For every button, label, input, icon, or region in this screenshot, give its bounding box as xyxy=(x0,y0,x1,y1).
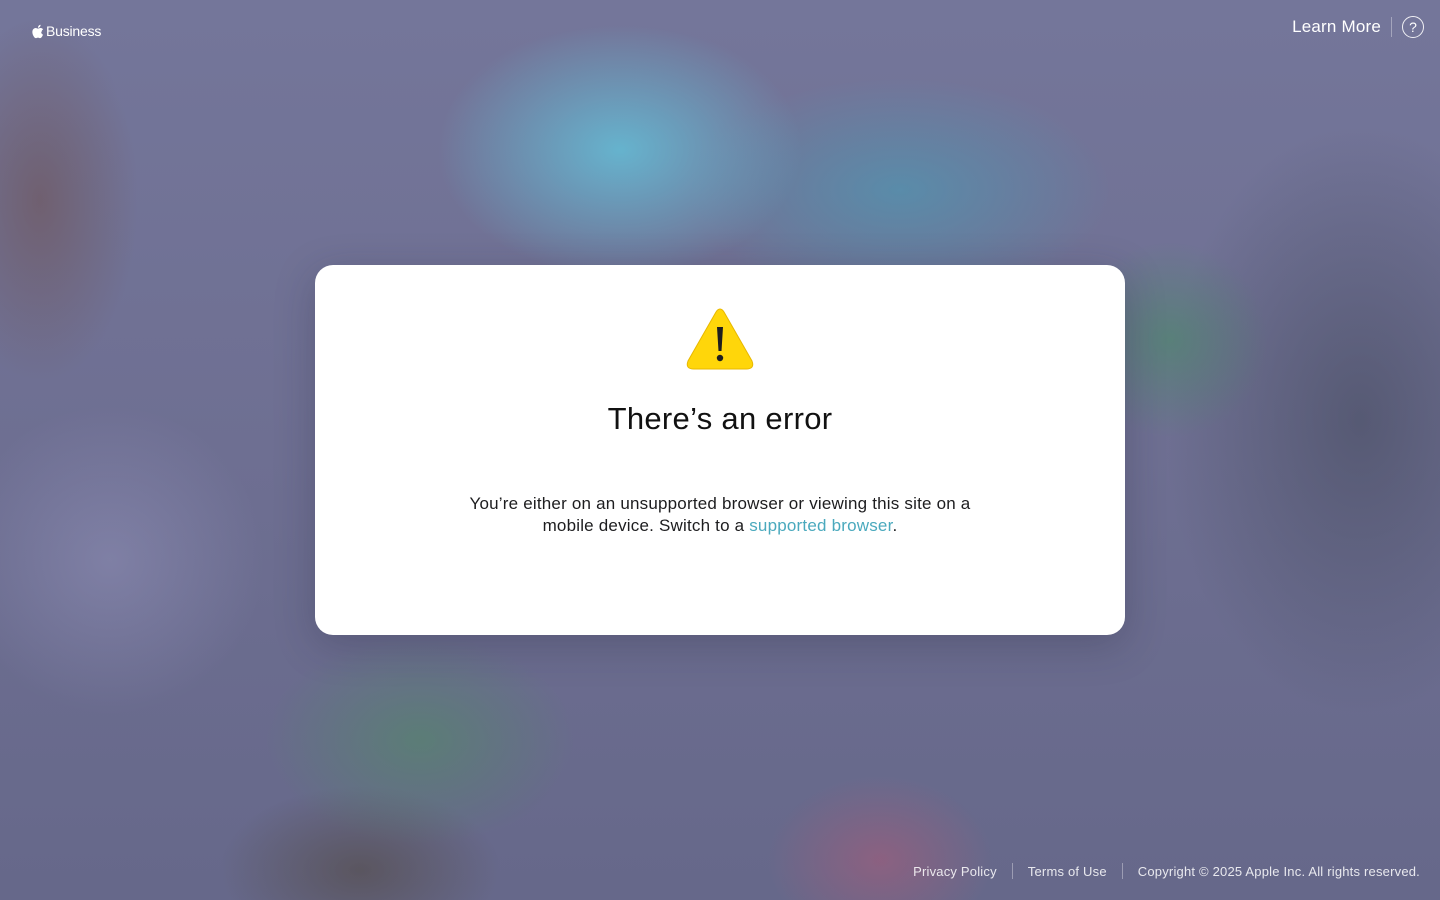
error-dialog: There’s an error You’re either on an uns… xyxy=(315,265,1125,635)
brand-text: Business xyxy=(46,23,102,39)
warning-triangle-icon xyxy=(686,308,754,370)
footer: Privacy Policy Terms of Use Copyright © … xyxy=(913,863,1420,879)
top-right-nav: Learn More ? xyxy=(1292,15,1424,39)
supported-browser-link[interactable]: supported browser xyxy=(749,516,892,535)
footer-divider xyxy=(1011,863,1013,879)
error-message: You’re either on an unsupported browser … xyxy=(455,493,985,537)
help-icon[interactable]: ? xyxy=(1402,16,1424,38)
divider xyxy=(1391,17,1392,37)
footer-divider xyxy=(1121,863,1123,879)
error-title: There’s an error xyxy=(607,401,833,436)
terms-of-use-link[interactable]: Terms of Use xyxy=(1028,864,1107,879)
learn-more-link[interactable]: Learn More xyxy=(1292,17,1381,37)
error-message-period: . xyxy=(892,516,898,535)
copyright-text: Copyright © 2025 Apple Inc. All rights r… xyxy=(1137,863,1420,879)
apple-business-logo[interactable]: Business xyxy=(31,23,101,39)
apple-icon xyxy=(32,24,44,38)
privacy-policy-link[interactable]: Privacy Policy xyxy=(913,864,997,879)
top-bar: Business Learn More ? xyxy=(0,0,1440,56)
